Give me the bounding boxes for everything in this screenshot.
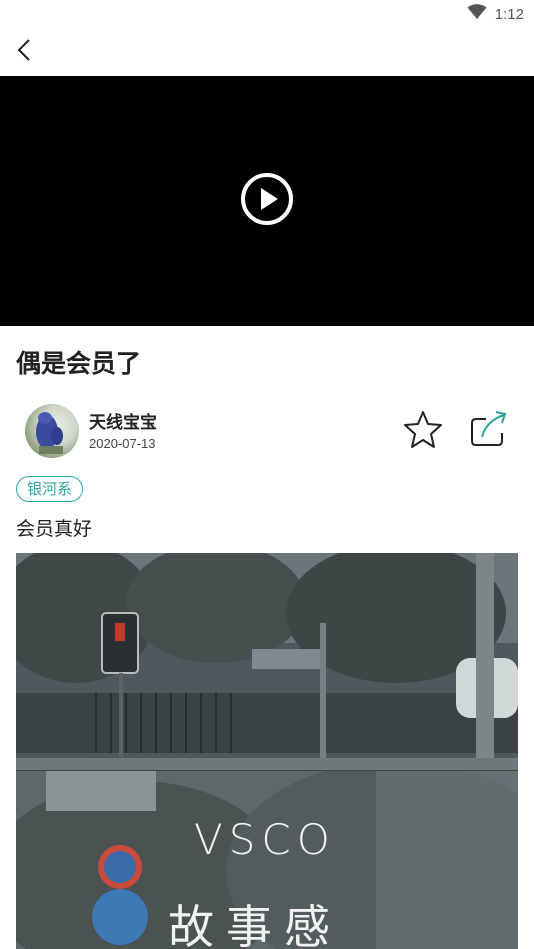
tag-chip[interactable]: 银河系 xyxy=(16,476,84,502)
avatar[interactable] xyxy=(25,404,79,458)
status-time: 1:12 xyxy=(494,5,524,23)
image-overlay-subtitle: 故事感 xyxy=(168,900,342,949)
post-body: 会员真好 xyxy=(16,518,93,540)
author-name[interactable]: 天线宝宝 xyxy=(89,408,157,433)
post-title: 偶是会员了 xyxy=(16,349,142,378)
play-button[interactable] xyxy=(240,172,294,230)
star-icon xyxy=(403,409,443,453)
play-icon xyxy=(240,172,294,230)
back-button[interactable] xyxy=(10,36,38,68)
share-button[interactable] xyxy=(467,409,511,453)
favorite-button[interactable] xyxy=(401,409,445,453)
post-date: 2020-07-13 xyxy=(89,436,156,451)
nav-bar xyxy=(0,30,534,74)
back-arrow-icon xyxy=(17,38,31,66)
post-image[interactable]: VSCO 故事感 xyxy=(16,553,518,949)
share-icon xyxy=(468,409,510,453)
status-right: 1:12 xyxy=(467,4,524,24)
status-bar: 1:12 xyxy=(0,0,534,28)
image-overlay-title: VSCO xyxy=(194,815,336,864)
street-scene-image xyxy=(16,553,518,770)
wifi-icon xyxy=(467,4,487,24)
